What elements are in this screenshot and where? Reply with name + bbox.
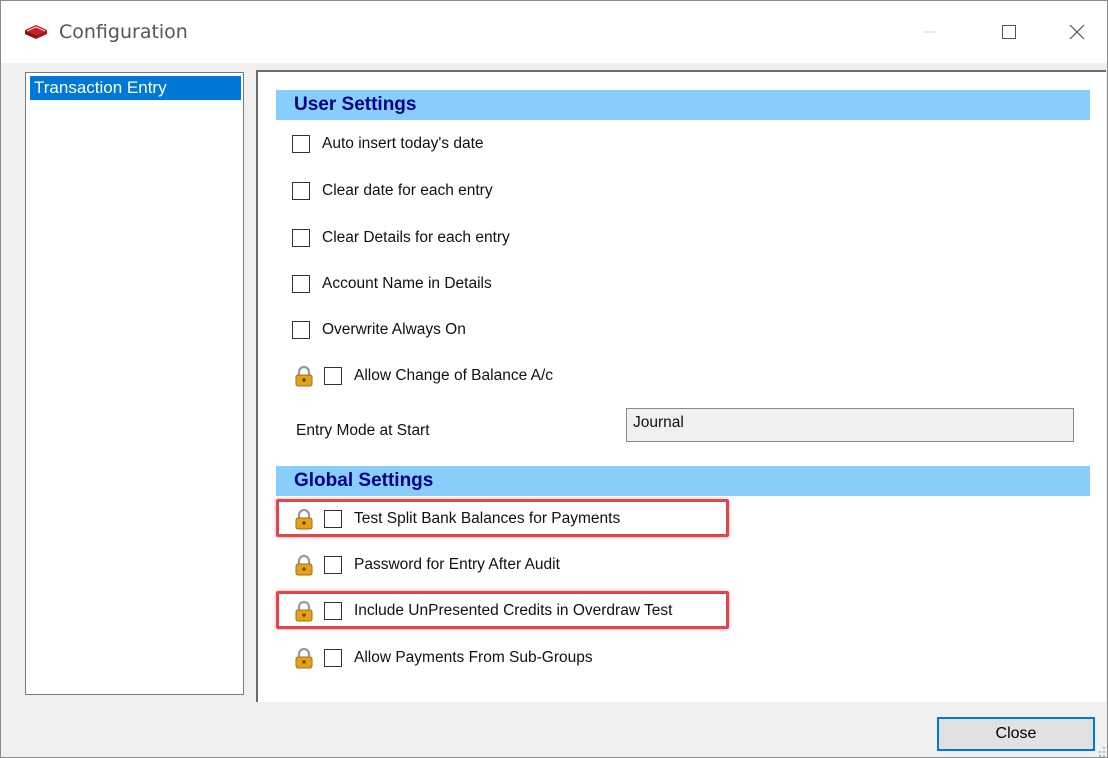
option-account-name[interactable]: Account Name in Details — [292, 272, 492, 296]
title-bar[interactable]: Configuration — [1, 1, 1107, 63]
option-label: Clear date for each entry — [322, 182, 493, 199]
entry-mode-label: Entry Mode at Start — [296, 422, 430, 439]
checkbox[interactable] — [324, 649, 342, 667]
checkbox[interactable] — [324, 367, 342, 385]
checkbox[interactable] — [292, 182, 310, 200]
close-window-button[interactable] — [1057, 15, 1097, 49]
resize-grip-icon[interactable] — [1097, 745, 1107, 757]
settings-panel: User Settings Auto insert today's date C… — [256, 70, 1106, 702]
minimize-icon — [923, 31, 935, 33]
lock-icon — [295, 365, 313, 387]
checkbox[interactable] — [324, 556, 342, 574]
checkbox[interactable] — [324, 602, 342, 620]
option-allow-sub-groups[interactable]: Allow Payments From Sub-Groups — [294, 646, 593, 670]
option-clear-details[interactable]: Clear Details for each entry — [292, 226, 510, 250]
global-settings-header: Global Settings — [276, 466, 1090, 496]
lock-icon — [295, 600, 313, 622]
category-list[interactable]: Transaction Entry — [25, 72, 244, 695]
checkbox[interactable] — [292, 135, 310, 153]
option-include-unpresented[interactable]: Include UnPresented Credits in Overdraw … — [294, 599, 672, 623]
option-label: Account Name in Details — [322, 275, 492, 292]
maximize-icon — [1002, 25, 1016, 39]
option-label: Allow Change of Balance A/c — [354, 367, 554, 384]
category-item-transaction-entry[interactable]: Transaction Entry — [30, 76, 241, 100]
entry-mode-field[interactable]: Journal — [626, 408, 1074, 442]
option-label: Clear Details for each entry — [322, 229, 510, 246]
close-icon — [1069, 24, 1085, 40]
option-label: Include UnPresented Credits in Overdraw … — [354, 602, 673, 619]
minimize-button[interactable] — [909, 15, 949, 49]
user-settings-header: User Settings — [276, 90, 1090, 120]
option-label: Password for Entry After Audit — [354, 556, 560, 573]
option-clear-date[interactable]: Clear date for each entry — [292, 179, 493, 203]
configuration-window: Configuration Transaction Entry User Set… — [0, 0, 1108, 758]
maximize-button[interactable] — [989, 15, 1029, 49]
option-test-split-bank[interactable]: Test Split Bank Balances for Payments — [294, 507, 620, 531]
option-allow-change-balance[interactable]: Allow Change of Balance A/c — [294, 364, 553, 388]
option-overwrite[interactable]: Overwrite Always On — [292, 318, 466, 342]
option-label: Test Split Bank Balances for Payments — [354, 510, 621, 527]
checkbox[interactable] — [324, 510, 342, 528]
option-password-after-audit[interactable]: Password for Entry After Audit — [294, 553, 560, 577]
checkbox[interactable] — [292, 321, 310, 339]
option-label: Allow Payments From Sub-Groups — [354, 649, 593, 666]
checkbox[interactable] — [292, 229, 310, 247]
lock-icon — [295, 508, 313, 530]
lock-icon — [295, 647, 313, 669]
option-auto-insert-date[interactable]: Auto insert today's date — [292, 132, 484, 156]
close-button[interactable]: Close — [937, 717, 1095, 751]
option-label: Auto insert today's date — [322, 135, 484, 152]
red-book-icon — [25, 25, 47, 39]
option-label: Overwrite Always On — [322, 321, 466, 338]
checkbox[interactable] — [292, 275, 310, 293]
window-title: Configuration — [59, 21, 188, 43]
lock-icon — [295, 554, 313, 576]
